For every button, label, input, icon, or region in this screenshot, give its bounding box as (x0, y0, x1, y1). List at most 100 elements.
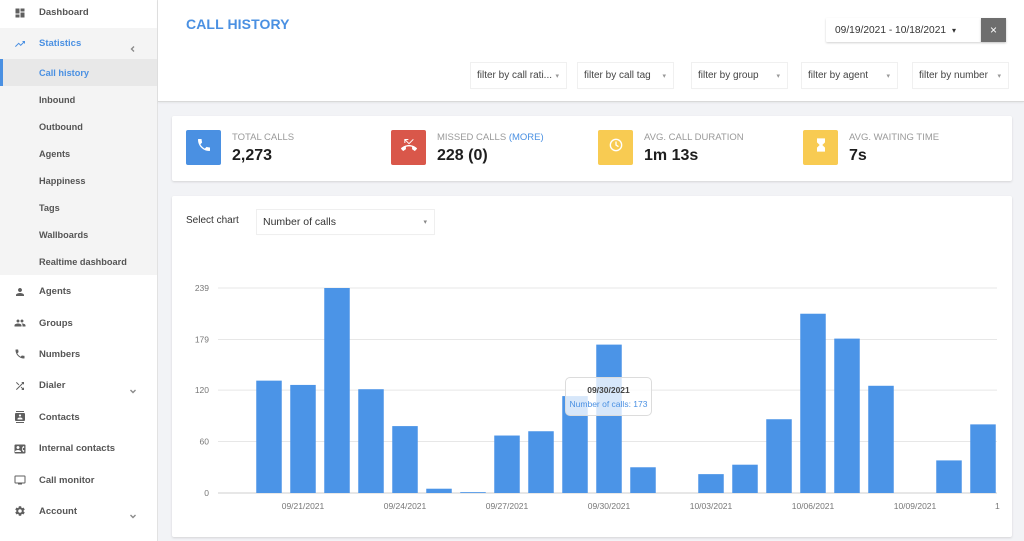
bar[interactable]: 09/28/2021: 72 (528, 431, 554, 493)
filter-number[interactable]: filter by number ▾ (913, 63, 1008, 88)
stat-label: MISSED CALLS (MORE) (437, 132, 544, 143)
bar[interactable]: 10/07/2021: 180 (834, 338, 860, 493)
sidebar-subitem-agents[interactable]: Agents (0, 140, 157, 167)
bar[interactable]: 10/08/2021: 125 (868, 385, 894, 493)
x-tick-label: 10/03/2021 (690, 501, 733, 511)
stat-label: AVG. WAITING TIME (849, 132, 940, 143)
caret-down-icon: ▾ (952, 25, 957, 35)
stats-card: TOTAL CALLS 2,273 MISSED CALLS (MORE) 22… (172, 116, 1012, 181)
bar[interactable]: 10/11/2021: 80 (970, 424, 996, 493)
bar[interactable]: 09/20/2021: 131 (256, 380, 282, 493)
sidebar-item-internal-contacts[interactable]: Internal contacts (0, 433, 157, 464)
date-range-value: 09/19/2021 - 10/18/2021 (835, 24, 947, 36)
stat-avg-waiting-time: AVG. WAITING TIME 7s (803, 116, 1003, 181)
page-header: CALL HISTORY 09/19/2021 - 10/18/2021 ▾ ×… (158, 0, 1024, 102)
stat-label: AVG. CALL DURATION (644, 132, 744, 143)
y-tick-label: 0 (204, 488, 209, 498)
person-icon (14, 286, 26, 298)
stat-missed-calls: MISSED CALLS (MORE) 228 (0) (391, 116, 591, 181)
close-icon: × (989, 23, 997, 37)
stat-label: TOTAL CALLS (232, 132, 295, 143)
trending-up-icon (14, 38, 26, 50)
sidebar-nav: Dashboard Statistics Call history Inboun… (0, 0, 157, 527)
sidebar-item-statistics[interactable]: Statistics (0, 28, 157, 59)
gear-icon (14, 505, 26, 517)
chevron-down-icon[interactable] (129, 507, 137, 519)
sidebar-item-contacts[interactable]: Contacts (0, 402, 157, 433)
bar[interactable]: 09/22/2021: 239 (324, 288, 350, 493)
sidebar-item-numbers[interactable]: Numbers (0, 339, 157, 370)
sidebar-item-agents[interactable]: Agents (0, 276, 157, 307)
bar[interactable]: 09/30/2021: 173 (596, 344, 622, 493)
sidebar-subitem-label: Wallboards (39, 229, 89, 240)
chart-tooltip: 09/30/2021 Number of calls: 173 (565, 377, 652, 416)
sidebar-item-call-monitor[interactable]: Call monitor (0, 464, 157, 495)
clock-icon (608, 137, 624, 158)
sidebar-item-label: Numbers (39, 348, 81, 360)
bar[interactable]: 10/05/2021: 86 (766, 419, 792, 493)
x-tick-label: 09/24/2021 (384, 501, 427, 511)
chevron-left-icon[interactable] (129, 40, 137, 52)
bar[interactable]: 09/27/2021: 67 (494, 435, 520, 493)
filter-label: filter by group (698, 70, 759, 81)
filter-agent[interactable]: filter by agent ▾ (802, 63, 897, 88)
sidebar-subitem-inbound[interactable]: Inbound (0, 86, 157, 113)
filter-label: filter by call tag (584, 70, 651, 81)
sidebar-subitem-call-history[interactable]: Call history (0, 59, 157, 86)
bar[interactable]: 10/03/2021: 22 (698, 474, 724, 493)
y-tick-label: 179 (195, 334, 209, 344)
stat-label-text: MISSED CALLS (437, 132, 507, 143)
filter-call-tag[interactable]: filter by call tag ▾ (578, 63, 673, 88)
bar[interactable]: 09/21/2021: 126 (290, 384, 316, 493)
stat-total-calls: TOTAL CALLS 2,273 (186, 116, 386, 181)
sidebar-subitem-happiness[interactable]: Happiness (0, 167, 157, 194)
bar[interactable]: 10/06/2021: 209 (800, 313, 826, 493)
bar[interactable]: 10/04/2021: 33 (732, 464, 758, 493)
filter-call-rating[interactable]: filter by call rati... ▾ (471, 63, 566, 88)
sidebar-item-label: Statistics (39, 38, 82, 49)
sidebar-item-groups[interactable]: Groups (0, 307, 157, 338)
filter-label: filter by agent (808, 70, 869, 81)
sidebar-item-label: Groups (39, 317, 73, 329)
sidebar-subitem-label: Agents (39, 148, 71, 159)
bar-chart: 060120179239 09/19/2021: 009/20/2021: 13… (195, 283, 1000, 511)
stat-icon-box (803, 130, 838, 165)
caret-down-icon: ▾ (555, 72, 559, 80)
x-tick-label: 09/21/2021 (282, 501, 325, 511)
hourglass-icon (813, 137, 829, 158)
stat-icon-box (598, 130, 633, 165)
missed-calls-more-link[interactable]: (MORE) (509, 132, 544, 143)
sidebar-item-dialer[interactable]: Dialer (0, 370, 157, 401)
sidebar-item-label: Dashboard (39, 7, 89, 18)
x-tick-label: 10/09/2021 (894, 501, 937, 511)
stat-value: 7s (849, 147, 867, 164)
sidebar: Dashboard Statistics Call history Inboun… (0, 0, 158, 541)
caret-down-icon: ▾ (997, 72, 1001, 80)
bar[interactable]: 10/01/2021: 30 (630, 467, 656, 493)
clear-date-button[interactable]: × (981, 18, 1006, 42)
sidebar-subitem-outbound[interactable]: Outbound (0, 113, 157, 140)
bar[interactable]: 09/25/2021: 5 (426, 488, 452, 493)
chevron-down-icon[interactable] (129, 382, 137, 394)
sidebar-subitem-tags[interactable]: Tags (0, 194, 157, 221)
phone-missed-icon (400, 137, 417, 158)
sidebar-item-account[interactable]: Account (0, 496, 157, 527)
stat-value: 228 (0) (437, 147, 488, 164)
bar[interactable]: 09/26/2021: 1 (460, 492, 486, 493)
phone-icon (196, 137, 212, 158)
bar[interactable]: 10/10/2021: 38 (936, 460, 962, 493)
x-tick-label: 09/30/2021 (588, 501, 631, 511)
x-tick-label: 10/06/2021 (792, 501, 835, 511)
filter-group[interactable]: filter by group ▾ (692, 63, 787, 88)
y-tick-label: 120 (195, 385, 209, 395)
bar[interactable]: 09/24/2021: 78 (392, 426, 418, 493)
sidebar-subitem-label: Tags (39, 202, 60, 213)
sidebar-subitem-label: Inbound (39, 94, 76, 105)
sidebar-subitem-label: Realtime dashboard (39, 256, 127, 267)
group-icon (14, 317, 26, 329)
bar[interactable]: 09/23/2021: 121 (358, 389, 384, 493)
sidebar-subitem-realtime-dashboard[interactable]: Realtime dashboard (0, 248, 157, 275)
sidebar-item-dashboard[interactable]: Dashboard (0, 0, 157, 28)
sidebar-subitem-wallboards[interactable]: Wallboards (0, 221, 157, 248)
date-range-picker[interactable]: 09/19/2021 - 10/18/2021 ▾ (826, 18, 981, 42)
